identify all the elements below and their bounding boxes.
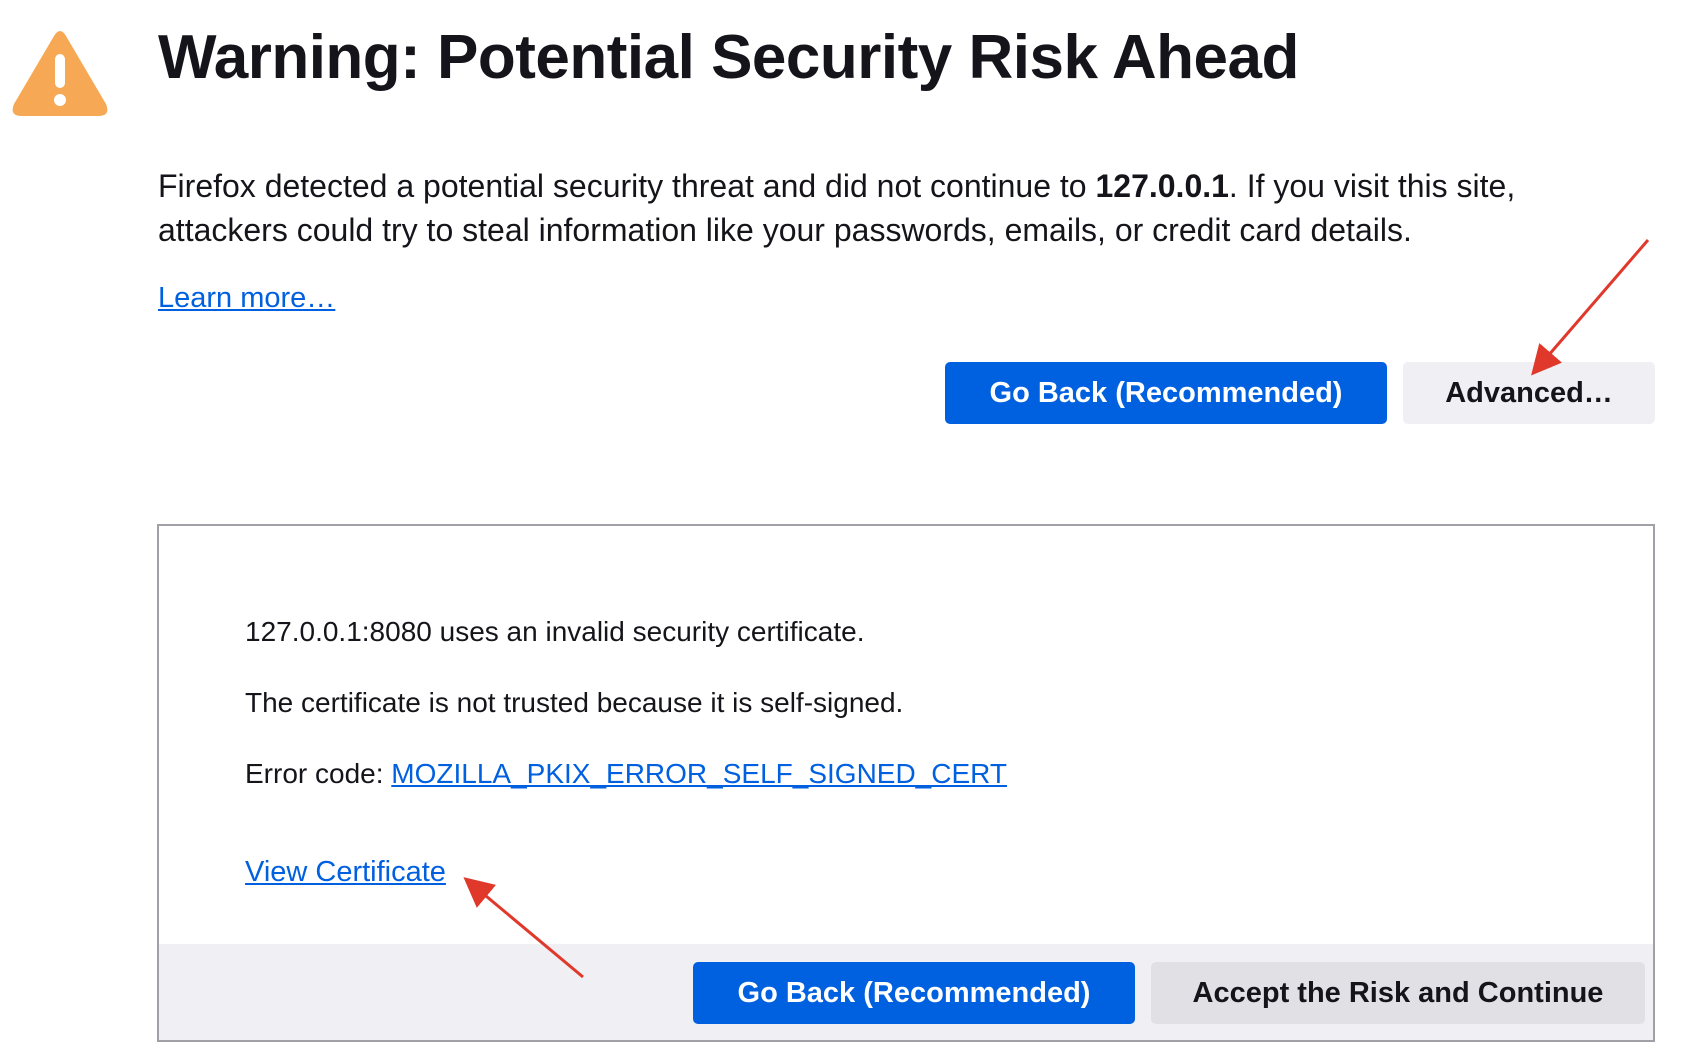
invalid-certificate-text: 127.0.0.1:8080 uses an invalid security … <box>245 616 865 647</box>
accept-risk-button[interactable]: Accept the Risk and Continue <box>1151 962 1645 1024</box>
advanced-annotation-arrow <box>1531 239 1650 376</box>
error-code-label: Error code: <box>245 758 392 789</box>
learn-more-link[interactable]: Learn more… <box>158 282 335 315</box>
advanced-panel: 127.0.0.1:8080 uses an invalid security … <box>157 524 1655 1042</box>
security-warning-page: Warning: Potential Security Risk Ahead F… <box>0 0 1702 1050</box>
advanced-panel-footer: Go Back (Recommended) Accept the Risk an… <box>159 944 1653 1040</box>
self-signed-text: The certificate is not trusted because i… <box>245 687 904 718</box>
warning-triangle-icon <box>12 31 108 116</box>
intro-text-start: Firefox detected a potential security th… <box>158 168 1096 204</box>
view-certificate-link[interactable]: View Certificate <box>245 856 446 889</box>
error-code-line: Error code: MOZILLA_PKIX_ERROR_SELF_SIGN… <box>245 758 1007 790</box>
warning-description: Firefox detected a potential security th… <box>158 164 1578 252</box>
error-code-link[interactable]: MOZILLA_PKIX_ERROR_SELF_SIGNED_CERT <box>391 758 1007 789</box>
page-title: Warning: Potential Security Risk Ahead <box>158 23 1299 92</box>
intro-host: 127.0.0.1 <box>1095 168 1229 204</box>
go-back-button[interactable]: Go Back (Recommended) <box>945 362 1387 424</box>
advanced-button[interactable]: Advanced… <box>1403 362 1655 424</box>
go-back-button-bottom[interactable]: Go Back (Recommended) <box>693 962 1135 1024</box>
